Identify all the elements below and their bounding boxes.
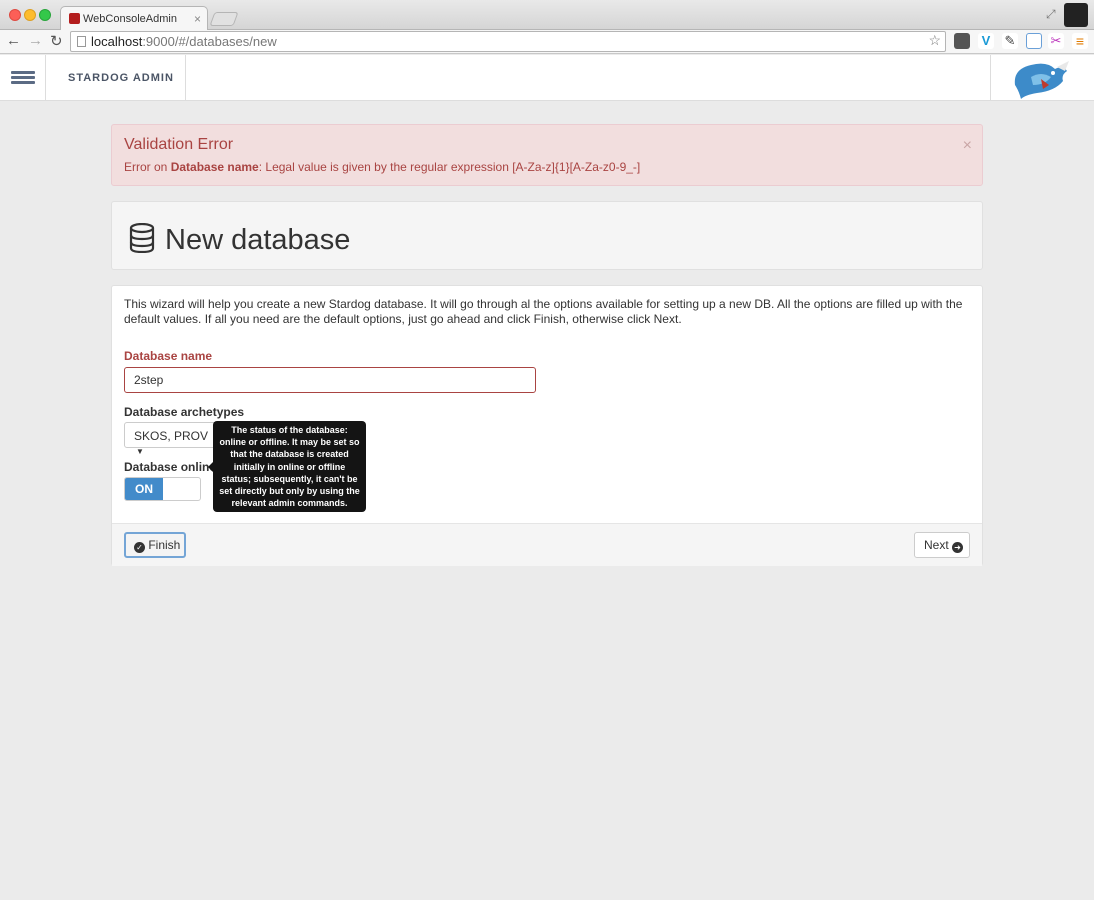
archetypes-selected-value: SKOS, PROV [134, 429, 209, 443]
caret-down-icon: ▼ [136, 447, 144, 456]
database-online-toggle[interactable]: ON [124, 477, 201, 501]
address-bar[interactable]: localhost:9000/#/databases/new ☆ [70, 31, 946, 52]
wizard-intro-text: This wizard will help you create a new S… [124, 297, 963, 326]
check-circle-icon: ✓ [134, 542, 145, 553]
close-window-button[interactable] [9, 9, 21, 21]
alert-message: Error on Database name: Legal value is g… [124, 160, 640, 174]
favicon-icon [69, 13, 80, 24]
profile-avatar-icon[interactable] [1064, 3, 1088, 27]
page-title: New database [165, 224, 351, 256]
wizard-footer: ✓ Finish Next ➜ [112, 523, 982, 566]
close-icon[interactable]: × [963, 137, 972, 155]
archetypes-dropdown[interactable]: SKOS, PROV ▼ [124, 422, 218, 456]
next-button-label: Next [924, 538, 949, 552]
validation-error-alert: Validation Error Error on Database name:… [111, 124, 983, 186]
browser-titlebar: WebConsoleAdmin × ⤢ [0, 0, 1094, 31]
browser-toolbar: ← → ↻ localhost:9000/#/databases/new ☆ V… [0, 30, 1094, 54]
back-arrow-icon[interactable]: ← [6, 32, 21, 49]
tab-close-icon[interactable]: × [194, 12, 201, 26]
alert-message-detail: : Legal value is given by the regular ex… [258, 160, 641, 174]
arrow-circle-right-icon: ➜ [952, 542, 964, 553]
minimize-window-button[interactable] [24, 9, 36, 21]
app-navbar: STARDOG ADMIN [0, 55, 1094, 101]
url-path: :9000/#/databases/new [142, 34, 277, 49]
browser-tab[interactable]: WebConsoleAdmin × [60, 6, 208, 31]
hamburger-menu-icon[interactable] [0, 55, 46, 101]
database-name-input[interactable] [124, 367, 536, 393]
alert-message-prefix: Error on [124, 160, 171, 174]
pocket-extension-icon[interactable] [954, 33, 970, 49]
tools-extension-icon[interactable]: ✂ [1048, 33, 1064, 49]
next-button[interactable]: Next ➜ [914, 532, 970, 558]
window-extension-icon[interactable] [1026, 33, 1042, 49]
bookmark-star-icon[interactable]: ☆ [928, 32, 941, 49]
page-header: New database [111, 201, 983, 270]
eyedropper-extension-icon[interactable]: ✎ [1002, 33, 1018, 49]
alert-field-name: Database name [170, 160, 259, 174]
brand-title[interactable]: STARDOG ADMIN [46, 55, 186, 101]
v-extension-icon[interactable]: V [978, 33, 994, 49]
tab-title: WebConsoleAdmin [83, 13, 177, 25]
new-tab-button[interactable] [209, 12, 239, 26]
page-icon [77, 36, 86, 47]
menu-icon[interactable]: ≡ [1072, 33, 1088, 49]
stardog-logo [990, 55, 1094, 101]
zoom-window-button[interactable] [39, 9, 51, 21]
toggle-on-label: ON [125, 478, 163, 500]
fullscreen-icon[interactable]: ⤢ [1046, 7, 1056, 22]
alert-title: Validation Error [124, 136, 234, 153]
finish-button-label: Finish [148, 538, 181, 552]
database-name-label: Database name [124, 349, 213, 363]
database-online-label: Database online [124, 460, 217, 474]
forward-arrow-icon[interactable]: → [28, 32, 43, 49]
database-online-tooltip: The status of the database: online or of… [213, 421, 366, 512]
database-archetypes-label: Database archetypes [124, 405, 245, 419]
database-icon [129, 222, 155, 258]
url-host: localhost [91, 34, 143, 49]
finish-button[interactable]: ✓ Finish [124, 532, 186, 558]
reload-icon[interactable]: ↻ [50, 32, 63, 50]
